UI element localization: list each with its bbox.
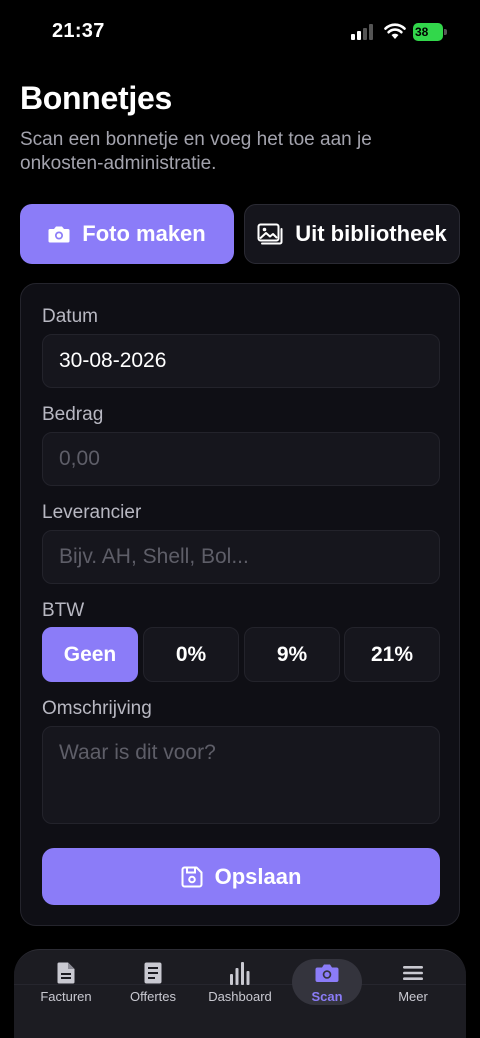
tab-scan-label: Scan — [311, 989, 343, 1004]
battery-icon: 38 — [413, 23, 447, 41]
tab-facturen-label: Facturen — [40, 989, 92, 1004]
from-library-button[interactable]: Uit bibliotheek — [244, 204, 460, 264]
vat-option-9[interactable]: 9% — [244, 627, 340, 682]
camera-icon — [48, 225, 70, 243]
cellular-signal-icon — [351, 24, 375, 40]
description-placeholder: Waar is dit voor? — [59, 741, 216, 764]
vat-label: BTW — [42, 600, 85, 621]
tab-bar: Facturen Offertes Dashboard Scan Meer — [14, 949, 466, 1038]
save-icon — [181, 866, 203, 888]
document-icon — [57, 962, 75, 984]
save-label: Opslaan — [214, 863, 302, 889]
amount-placeholder: 0,00 — [59, 447, 100, 470]
status-bar: 21:37 38 — [0, 0, 480, 64]
amount-field[interactable]: 0,00 — [42, 432, 440, 486]
supplier-label: Leverancier — [42, 502, 142, 523]
page-subtitle: Scan een bonnetje en voeg het toe aan je… — [20, 129, 372, 174]
date-field[interactable]: 30-08-2026 — [42, 334, 440, 388]
quote-document-icon — [144, 962, 162, 984]
tab-dashboard-label: Dashboard — [208, 989, 272, 1004]
tab-offertes[interactable]: Offertes — [110, 960, 196, 1008]
vat-selector: Geen 0% 9% 21% — [42, 627, 440, 682]
tab-meer-label: Meer — [398, 989, 428, 1004]
camera-icon — [315, 964, 339, 982]
status-time: 21:37 — [52, 20, 105, 42]
vat-option-21[interactable]: 21% — [344, 627, 440, 682]
bar-chart-icon — [230, 962, 250, 985]
tab-offertes-label: Offertes — [129, 989, 176, 1004]
supplier-field[interactable]: Bijv. AH, Shell, Bol... — [42, 530, 440, 584]
take-photo-button[interactable]: Foto maken — [20, 204, 234, 264]
wifi-icon — [384, 23, 406, 39]
vat-option-0[interactable]: 0% — [143, 627, 239, 682]
screen: 21:37 38 Bonnetjes Scan een bonnetje en … — [0, 0, 480, 1038]
photo-library-icon — [257, 223, 283, 245]
receipt-form: Datum 30-08-2026 Bedrag 0,00 Leverancier… — [20, 283, 460, 926]
battery-level: 38 — [415, 25, 429, 39]
menu-icon — [403, 966, 423, 980]
description-label: Omschrijving — [42, 698, 152, 719]
page-title: Bonnetjes — [20, 80, 172, 116]
description-field[interactable]: Waar is dit voor? — [42, 726, 440, 824]
tab-scan[interactable]: Scan — [284, 960, 370, 1008]
tab-facturen[interactable]: Facturen — [23, 960, 109, 1008]
save-button[interactable]: Opslaan — [42, 848, 440, 905]
from-library-label: Uit bibliotheek — [295, 221, 447, 246]
vat-option-geen[interactable]: Geen — [42, 627, 138, 682]
tab-dashboard[interactable]: Dashboard — [197, 960, 283, 1008]
amount-label: Bedrag — [42, 404, 104, 425]
tab-meer[interactable]: Meer — [370, 960, 456, 1008]
supplier-placeholder: Bijv. AH, Shell, Bol... — [59, 545, 249, 568]
take-photo-label: Foto maken — [82, 221, 206, 246]
date-label: Datum — [42, 306, 98, 327]
date-value: 30-08-2026 — [59, 349, 167, 372]
